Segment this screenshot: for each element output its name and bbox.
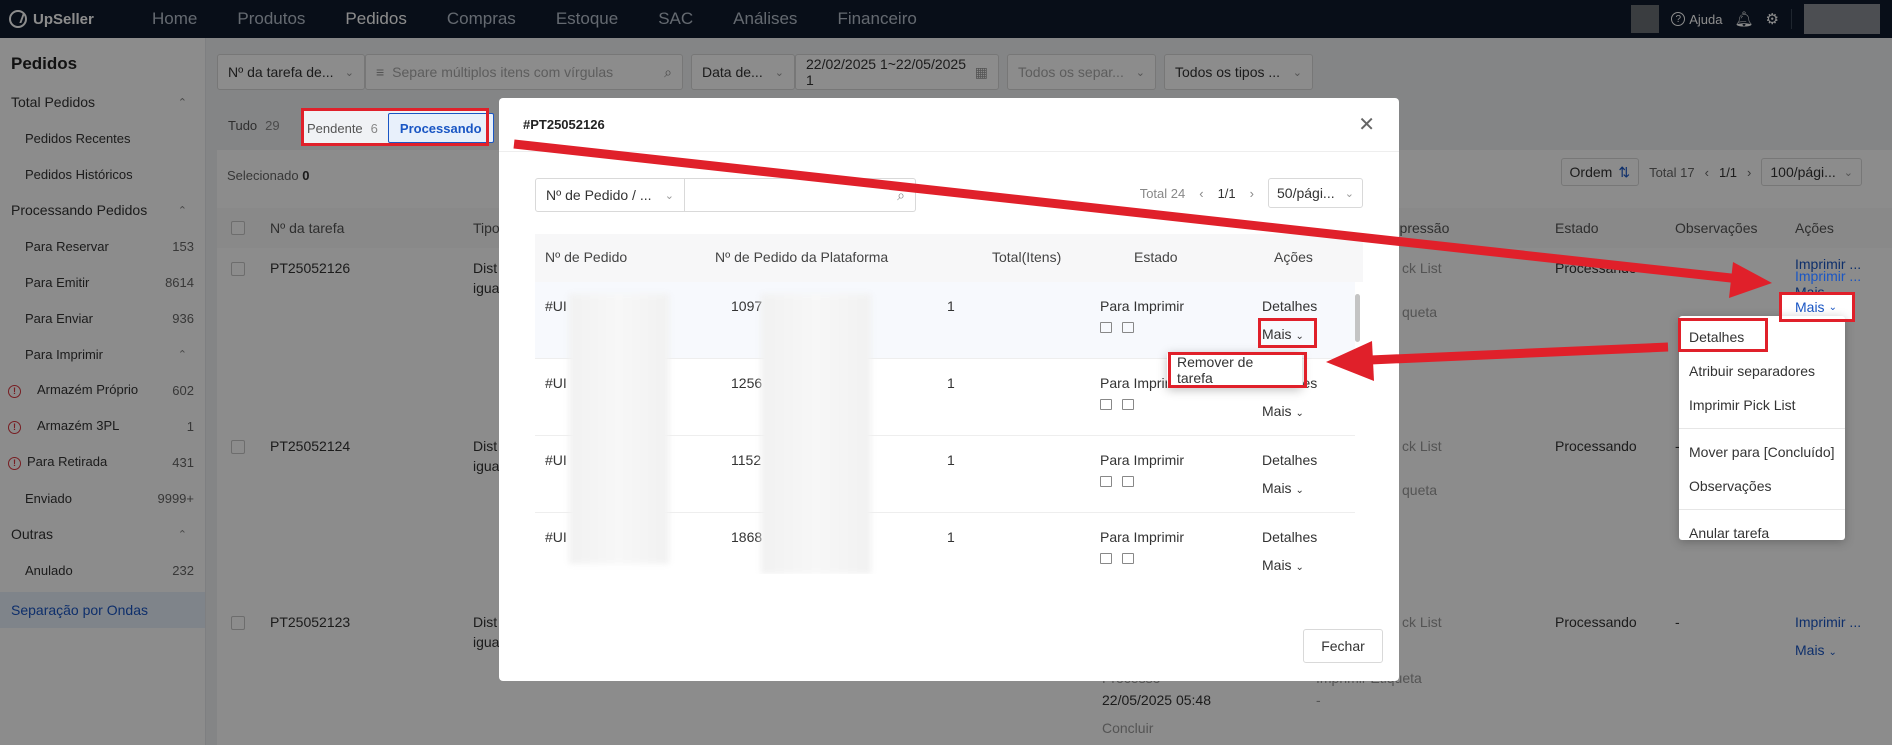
row-icons: [1100, 322, 1134, 333]
details-link[interactable]: Detalhes: [1262, 452, 1317, 468]
header-estado: Estado: [1134, 249, 1178, 265]
annotation-box-modal-more: [1258, 318, 1317, 348]
details-link[interactable]: Detalhes: [1262, 298, 1317, 314]
redacted-area: [761, 294, 871, 574]
more-button[interactable]: Mais ⌄: [1262, 557, 1304, 573]
annotation-box-tabs: [301, 108, 489, 146]
more-label: Mais: [1262, 480, 1292, 496]
order-number[interactable]: #UI: [545, 298, 567, 314]
document-icon[interactable]: [1122, 322, 1134, 333]
order-status: Para Imprimir: [1100, 452, 1185, 468]
document-icon[interactable]: [1122, 476, 1134, 487]
row-icons: [1100, 399, 1134, 410]
annotation-box-more: [1779, 292, 1855, 322]
total-items: 1: [947, 529, 955, 545]
header-acoes: Ações: [1274, 249, 1313, 265]
document-icon[interactable]: [1122, 553, 1134, 564]
close-button[interactable]: Fechar: [1303, 629, 1383, 663]
search-icon[interactable]: ⌕: [897, 187, 905, 204]
page-size: 50/pági...: [1277, 185, 1335, 201]
modal-page: 1/1: [1217, 185, 1236, 201]
menu-item-mover-concluido[interactable]: Mover para [Concluído]: [1679, 435, 1845, 469]
barcode-icon[interactable]: [1100, 322, 1112, 333]
modal-search: Nº de Pedido / ... ⌄ ⌕: [535, 178, 916, 212]
chevron-down-icon: ⌄: [1344, 187, 1354, 200]
modal-table-header: Nº de Pedido Nº de Pedido da Plataforma …: [535, 234, 1363, 282]
more-button[interactable]: Mais ⌄: [1262, 480, 1304, 496]
print-action-link-top[interactable]: Imprimir ...: [1795, 268, 1861, 284]
order-number[interactable]: #UI: [545, 529, 567, 545]
annotation-box-detalhes: [1678, 318, 1768, 352]
platform-number: 1256: [731, 375, 763, 391]
header-total: Total(Itens): [992, 249, 1062, 265]
barcode-icon[interactable]: [1100, 553, 1112, 564]
document-icon[interactable]: [1122, 399, 1134, 410]
modal-orders-table: Nº de Pedido Nº de Pedido da Plataforma …: [535, 234, 1363, 574]
platform-number: 1868: [731, 529, 763, 545]
menu-item-pick-list[interactable]: Imprimir Pick List: [1679, 388, 1845, 422]
menu-item-anular[interactable]: Anular tarefa: [1679, 516, 1845, 550]
modal-header: #PT25052126 ✕: [499, 98, 1399, 152]
modal-page-size-select[interactable]: 50/pági... ⌄: [1268, 178, 1363, 208]
row-icons: [1100, 476, 1134, 487]
select-value: Nº de Pedido / ...: [546, 187, 652, 203]
modal-scrollbar[interactable]: [1355, 294, 1360, 342]
header-pedido: Nº de Pedido: [545, 249, 628, 265]
modal-total: Total 24: [1139, 185, 1186, 201]
modal-pagination: Total 24 ‹ 1/1 › 50/pági... ⌄: [1140, 178, 1363, 208]
more-button[interactable]: Mais ⌄: [1262, 403, 1304, 419]
total-items: 1: [947, 298, 955, 314]
menu-divider: [1679, 509, 1845, 510]
order-status: Para Imprimir: [1100, 529, 1185, 545]
barcode-icon[interactable]: [1100, 399, 1112, 410]
close-icon[interactable]: ✕: [1358, 112, 1375, 137]
next-page-icon[interactable]: ›: [1250, 186, 1254, 201]
barcode-icon[interactable]: [1100, 476, 1112, 487]
menu-divider: [1679, 428, 1845, 429]
more-label: Mais: [1262, 403, 1292, 419]
platform-number: 1152: [731, 452, 762, 468]
header-plataforma: Nº de Pedido da Plataforma: [715, 249, 889, 265]
menu-item-atribuir[interactable]: Atribuir separadores: [1679, 354, 1845, 388]
redacted-area: [569, 294, 669, 564]
chevron-down-icon: ⌄: [1295, 408, 1304, 419]
chevron-down-icon: ⌄: [664, 189, 674, 202]
total-items: 1: [947, 375, 955, 391]
order-number[interactable]: #UI: [545, 375, 567, 391]
more-label: Mais: [1262, 557, 1292, 573]
total-items: 1: [947, 452, 955, 468]
task-detail-modal: #PT25052126 ✕ Nº de Pedido / ... ⌄ ⌕ Tot…: [499, 98, 1399, 681]
order-search-input[interactable]: ⌕: [685, 178, 916, 212]
chevron-down-icon: ⌄: [1295, 485, 1304, 496]
details-link[interactable]: Detalhes: [1262, 529, 1317, 545]
order-number[interactable]: #UI: [545, 452, 567, 468]
platform-number: 1097: [731, 298, 763, 314]
annotation-box-remover: [1168, 352, 1307, 388]
modal-title: #PT25052126: [523, 117, 605, 132]
prev-page-icon[interactable]: ‹: [1199, 186, 1203, 201]
order-status: Para Imprimir: [1100, 298, 1185, 314]
order-field-select[interactable]: Nº de Pedido / ... ⌄: [535, 178, 685, 212]
menu-item-observacoes[interactable]: Observações: [1679, 469, 1845, 503]
chevron-down-icon: ⌄: [1295, 562, 1304, 573]
row-icons: [1100, 553, 1134, 564]
